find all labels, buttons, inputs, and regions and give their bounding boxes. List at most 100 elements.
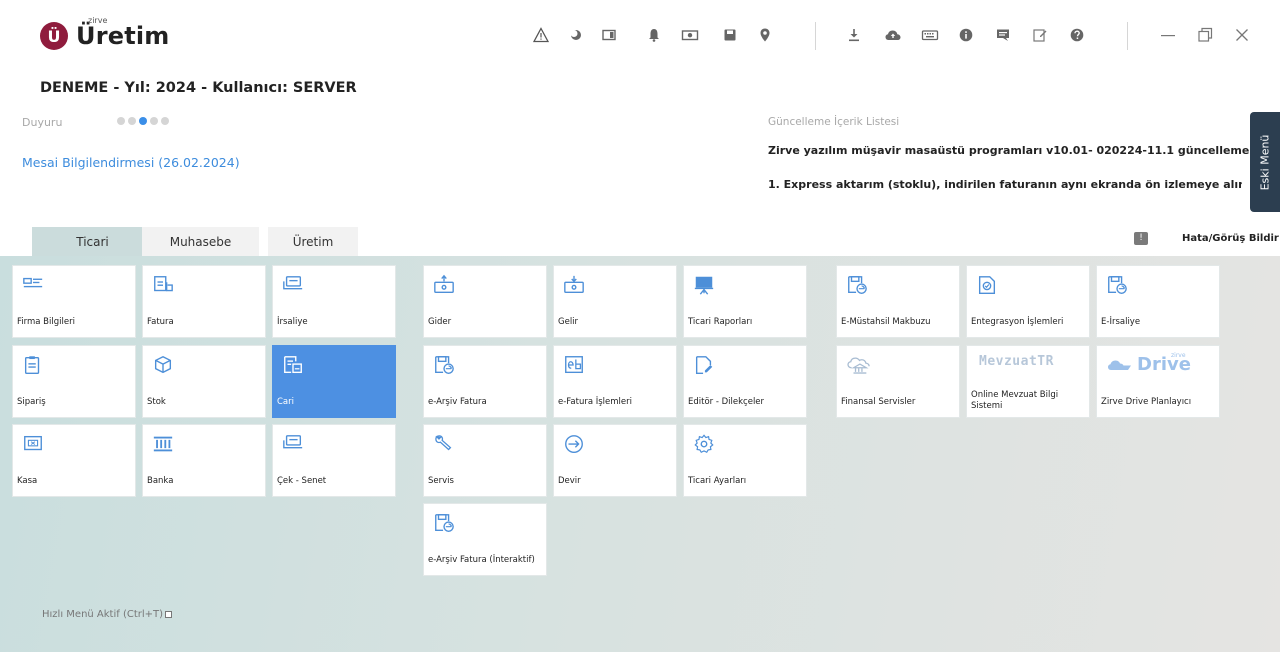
tile-ticari-raporlari[interactable]: Ticari Raporları [683, 265, 807, 338]
tile-label: Firma Bilgileri [17, 317, 75, 327]
minimize-icon[interactable] [1157, 24, 1179, 46]
tile-zirve-drive[interactable]: zirve Drive Zirve Drive Planlayıcı [1096, 345, 1220, 418]
logo-title: Üretim [76, 22, 170, 50]
tile-label: Zirve Drive Planlayıcı [1101, 397, 1192, 407]
close-icon[interactable] [1231, 24, 1253, 46]
tile-e-arsiv-interaktif[interactable]: e-Arşiv Fatura (İnteraktif) [423, 503, 547, 576]
warning-icon[interactable] [532, 27, 550, 43]
tile-label: Gelir [558, 317, 579, 327]
announcement-pager [117, 117, 169, 125]
chat-icon[interactable] [995, 27, 1011, 43]
tile-e-irsaliye[interactable]: E-İrsaliye [1096, 265, 1220, 338]
update-item[interactable]: Zirve yazılım müşavir masaüstü programla… [768, 144, 1280, 157]
edit-icon[interactable] [1032, 27, 1048, 43]
tile-devir[interactable]: Devir [553, 424, 677, 497]
announcement-link[interactable]: Mesai Bilgilendirmesi (26.02.2024) [22, 155, 240, 170]
quick-menu-toggle: Hızlı Menü Aktif (Ctrl+T) [42, 609, 173, 620]
tile-label: e-Arşiv Fatura [428, 397, 487, 407]
drive-sup: zirve [1171, 352, 1186, 359]
download-icon[interactable] [846, 27, 862, 43]
save-icon[interactable] [722, 27, 738, 43]
company-info-icon [23, 277, 43, 288]
tile-mevzuat[interactable]: MevzuatTR Online Mevzuat Bilgi Sistemi [966, 345, 1090, 418]
wrench-icon [435, 435, 452, 451]
tile-label: E-İrsaliye [1101, 317, 1141, 327]
money-icon[interactable] [681, 27, 699, 43]
integration-icon [978, 276, 996, 294]
e-invoice-icon [565, 356, 583, 374]
restore-icon[interactable] [1194, 24, 1216, 46]
tile-kasa[interactable]: Kasa [12, 424, 136, 497]
cash-register-icon [24, 435, 42, 451]
feedback-button[interactable]: ! Hata/Görüş Bildir [1134, 232, 1279, 245]
tile-label: Sipariş [17, 397, 46, 407]
feedback-label: Hata/Görüş Bildir [1182, 233, 1279, 244]
tab-ticari-active[interactable]: Ticari [50, 227, 135, 256]
tile-label: İrsaliye [277, 317, 308, 327]
tile-label: Finansal Servisler [841, 397, 916, 407]
location-icon[interactable] [757, 27, 773, 43]
tile-label: Editör - Dilekçeler [688, 397, 765, 407]
tile-servis[interactable]: Servis [423, 424, 547, 497]
tile-label: Cari [277, 397, 294, 407]
tile-fatura[interactable]: Fatura [142, 265, 266, 338]
invoice-icon [154, 276, 173, 292]
bell-icon[interactable] [646, 27, 662, 43]
pager-dot[interactable] [161, 117, 169, 125]
tile-banka[interactable]: Banka [142, 424, 266, 497]
transfer-icon [565, 435, 583, 453]
presentation-icon [694, 276, 714, 295]
e-document-icon [848, 276, 867, 294]
tab-muhasebe[interactable]: Muhasebe [142, 227, 259, 256]
e-waybill-icon [1108, 276, 1127, 294]
tile-label: Online Mevzuat Bilgi Sistemi [971, 390, 1059, 411]
logo-sup: zirve [88, 16, 108, 25]
tile-gelir[interactable]: Gelir [553, 265, 677, 338]
pager-dot[interactable] [128, 117, 136, 125]
pager-dot[interactable] [117, 117, 125, 125]
tile-e-arsiv-fatura[interactable]: e-Arşiv Fatura [423, 345, 547, 418]
app-logo: Ü zirve Üretim [40, 16, 170, 50]
cloud-upload-icon[interactable] [884, 27, 901, 43]
tile-gider[interactable]: Gider [423, 265, 547, 338]
update-item[interactable]: 1. Express aktarım (stoklu), indirilen f… [768, 178, 1242, 191]
panel-icon[interactable] [601, 27, 617, 43]
quick-menu-checkbox[interactable] [165, 611, 173, 618]
tile-label: Ticari Raporları [688, 317, 753, 327]
tile-ticari-ayarlari[interactable]: Ticari Ayarları [683, 424, 807, 497]
tile-label: e-Fatura İşlemleri [558, 397, 632, 407]
help-icon[interactable] [1069, 27, 1085, 43]
tile-entegrasyon[interactable]: Entegrasyon İşlemleri [966, 265, 1090, 338]
tile-e-fatura[interactable]: e-Fatura İşlemleri [553, 345, 677, 418]
income-icon [564, 275, 584, 294]
cheque-icon [283, 435, 303, 449]
box-icon [154, 355, 172, 374]
tile-cek-senet[interactable]: Çek - Senet [272, 424, 396, 497]
tile-firma-bilgileri[interactable]: Firma Bilgileri [12, 265, 136, 338]
pager-dot-active[interactable] [139, 117, 147, 125]
e-archive-icon [435, 356, 454, 374]
tile-finansal-servisler[interactable]: Finansal Servisler [836, 345, 960, 418]
e-archive-interactive-icon [435, 514, 454, 532]
document-edit-icon [695, 356, 713, 374]
pager-dot[interactable] [150, 117, 158, 125]
tile-label: Gider [428, 317, 452, 327]
tile-siparis[interactable]: Sipariş [12, 345, 136, 418]
clipboard-icon [24, 356, 40, 374]
bank-icon [153, 436, 173, 452]
tab-uretim[interactable]: Üretim [268, 227, 358, 256]
tile-label: E-Müstahsil Makbuzu [841, 317, 931, 327]
tile-stok[interactable]: Stok [142, 345, 266, 418]
toolbar-divider [1127, 22, 1128, 50]
info-icon[interactable] [958, 27, 974, 43]
moon-icon[interactable] [568, 27, 584, 43]
gear-icon [694, 434, 714, 454]
old-menu-button[interactable]: Eski Menü [1250, 112, 1280, 212]
tile-irsaliye[interactable]: İrsaliye [272, 265, 396, 338]
tile-e-mustahsil[interactable]: E-Müstahsil Makbuzu [836, 265, 960, 338]
tile-editor[interactable]: Editör - Dilekçeler [683, 345, 807, 418]
keyboard-icon[interactable] [921, 27, 939, 43]
tile-label: Fatura [147, 317, 174, 327]
company-info: DENEME - Yıl: 2024 - Kullanıcı: SERVER [40, 80, 357, 96]
tile-cari[interactable]: Cari [272, 345, 396, 418]
